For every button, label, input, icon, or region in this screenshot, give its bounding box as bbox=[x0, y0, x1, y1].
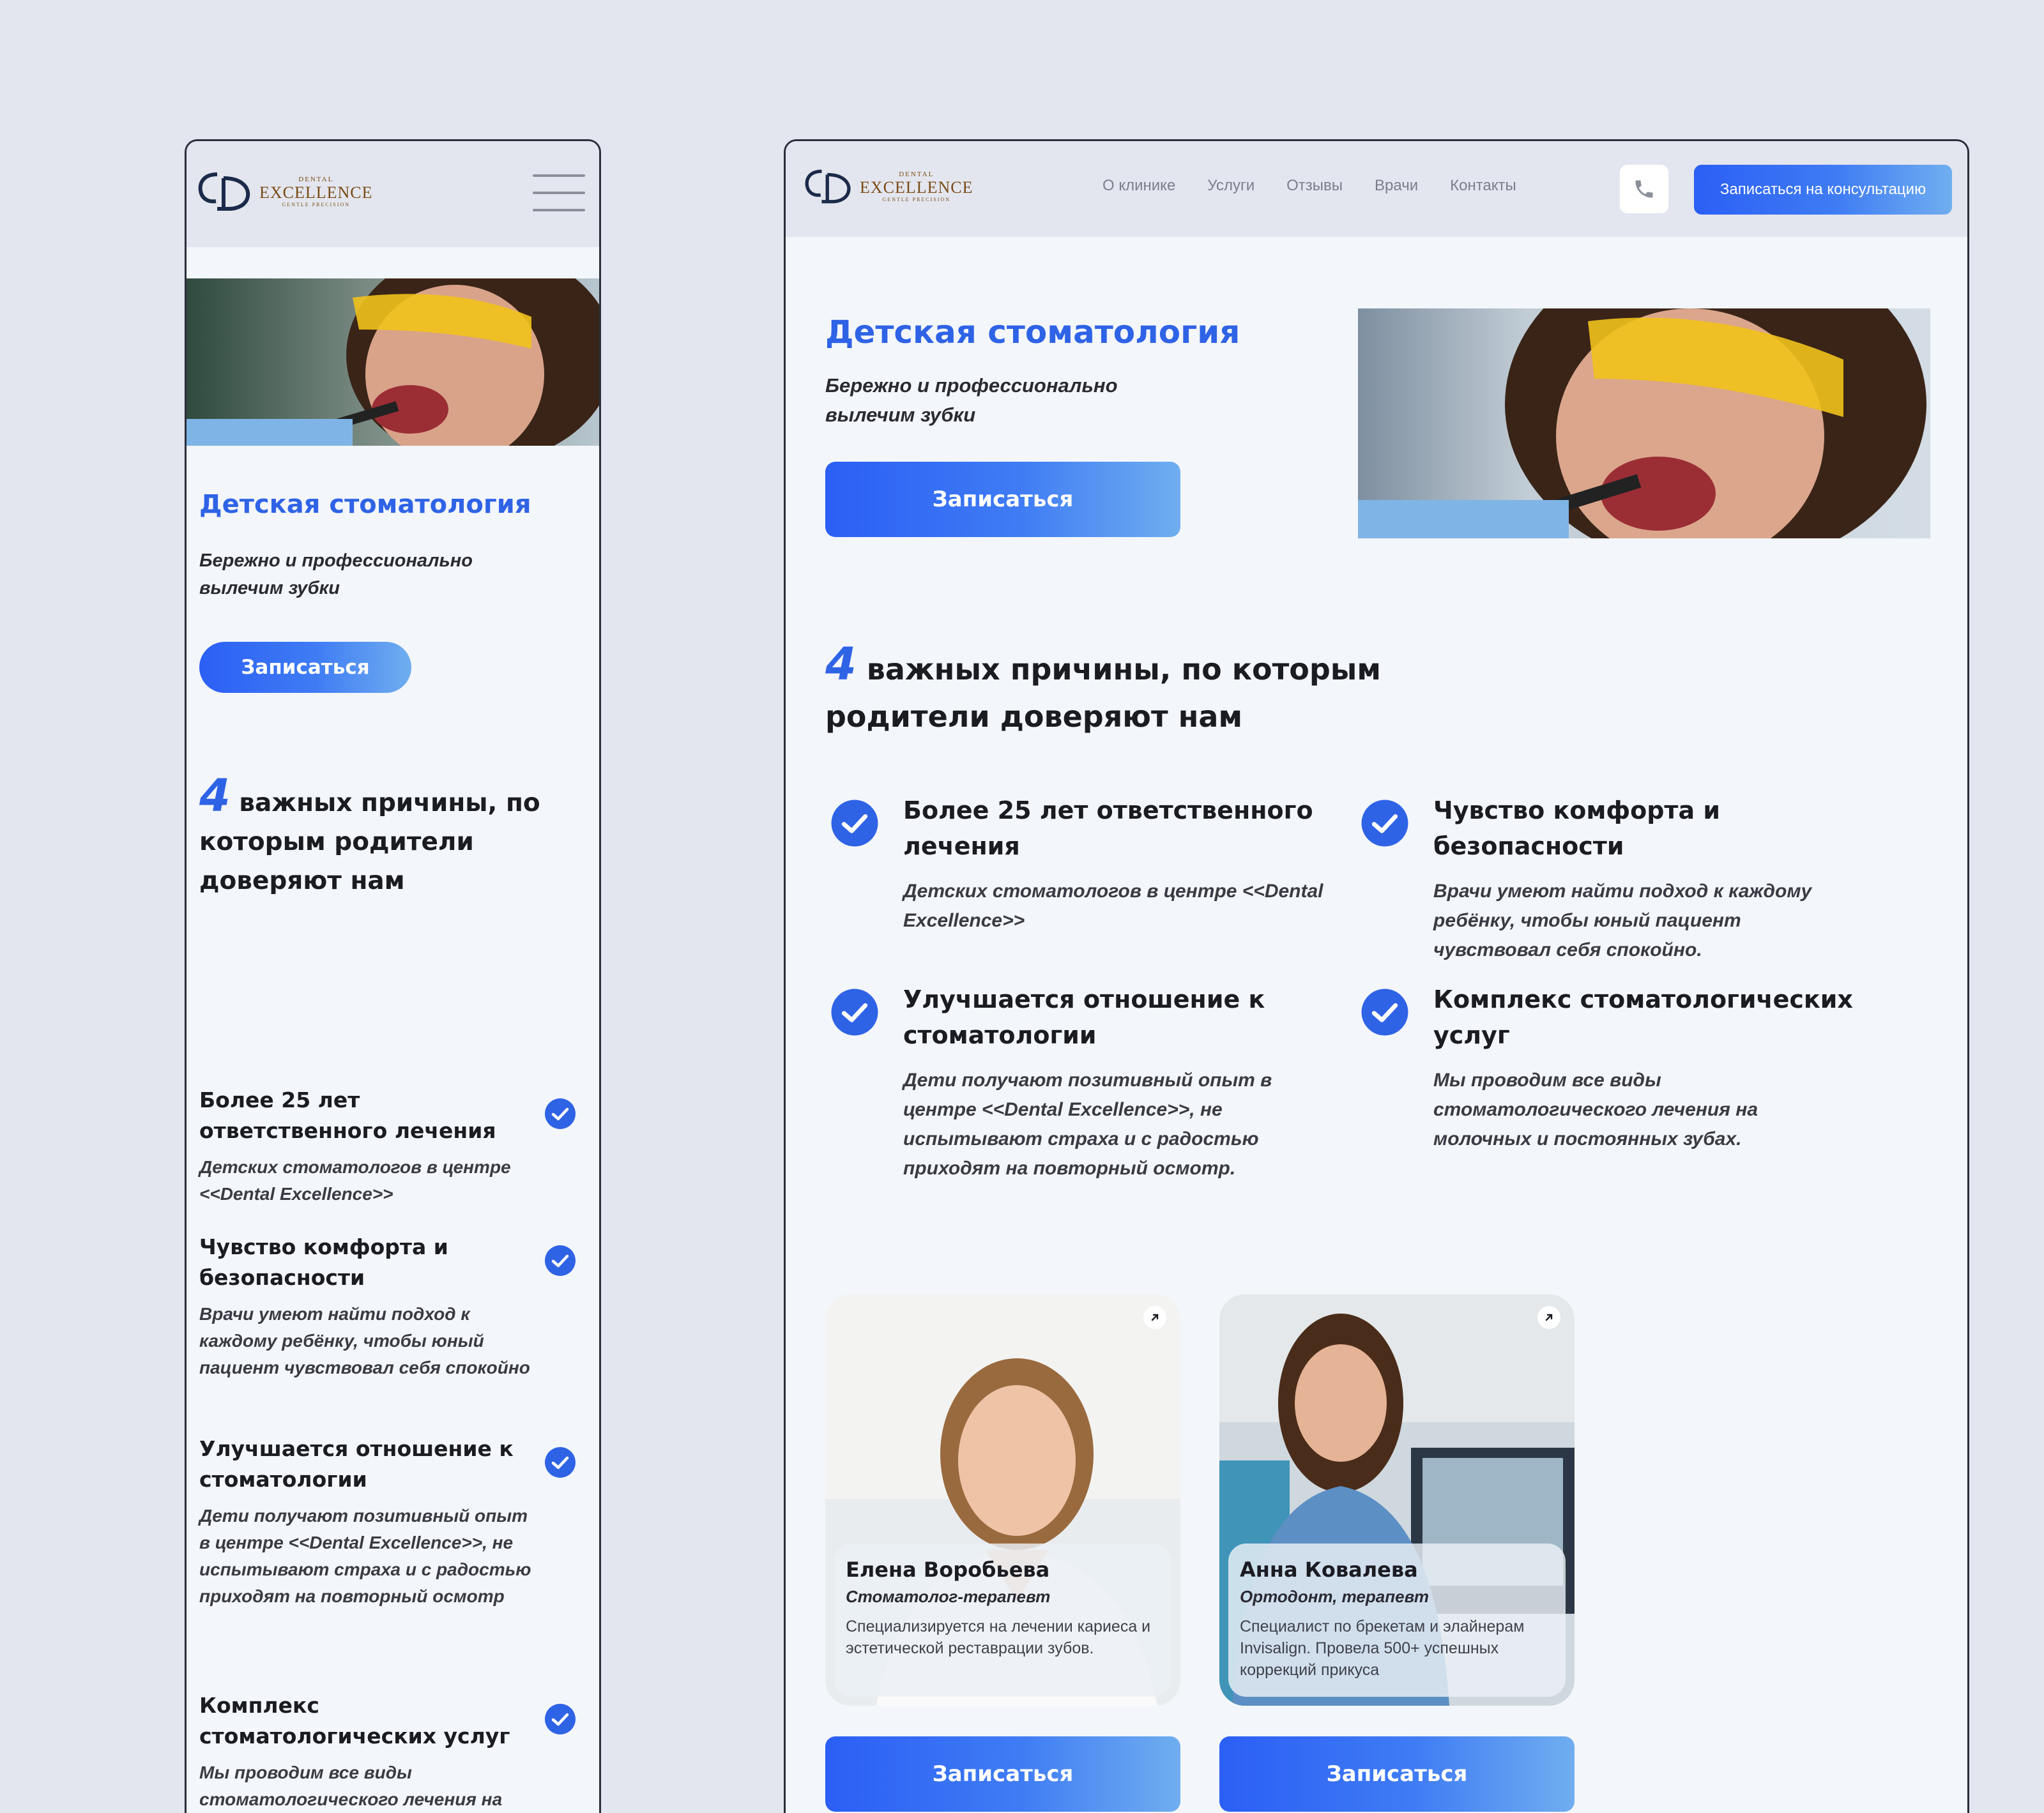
reason-text: Мы проводим все виды стоматологического … bbox=[199, 1763, 503, 1809]
doctor-signup-button[interactable]: Записаться bbox=[1219, 1736, 1575, 1812]
page-subtitle: Бережно и профессионально вылечим зубки bbox=[199, 550, 473, 598]
check-icon bbox=[545, 1245, 576, 1276]
reason-title: Комплекс стоматологических услуг bbox=[1433, 985, 1853, 1049]
reason-item: Более 25 лет ответственного лечения Детс… bbox=[199, 1085, 583, 1208]
logo-dental: DENTAL bbox=[899, 170, 934, 178]
phone-button[interactable] bbox=[1620, 165, 1668, 213]
reason-text: Дети получают позитивный опыт в центре <… bbox=[199, 1506, 531, 1606]
desktop-header: DENTAL EXCELLENCE GENTLE PRECISION О кли… bbox=[786, 141, 1967, 237]
mobile-header: DENTAL EXCELLENCE GENTLE PRECISION bbox=[187, 141, 599, 247]
arrow-up-right-icon[interactable] bbox=[1537, 1306, 1560, 1329]
reason-title: Чувство комфорта и безопасности bbox=[199, 1234, 448, 1290]
main-nav: О клинике Услуги Отзывы Врачи Контакты bbox=[1102, 177, 1548, 195]
logo-tagline: GENTLE PRECISION bbox=[882, 196, 950, 202]
reason-text: Врачи умеют найти подход к каждому ребён… bbox=[199, 1304, 530, 1377]
reason-title: Улучшается отношение к стоматологии bbox=[903, 985, 1265, 1049]
reason-text: Детских стоматологов в центре <<Dental E… bbox=[199, 1157, 511, 1204]
arrow-up-right-icon[interactable] bbox=[1143, 1306, 1166, 1329]
reason-item: Комплекс стоматологических услуг Мы пров… bbox=[199, 1690, 583, 1813]
mobile-frame: DENTAL EXCELLENCE GENTLE PRECISION Детск… bbox=[185, 139, 601, 1813]
page-title: Детская стоматология bbox=[825, 314, 1240, 351]
doctor-info: Анна Ковалева Ортодонт, терапевт Специал… bbox=[1228, 1544, 1566, 1697]
logo[interactable]: DENTAL EXCELLENCE GENTLE PRECISION bbox=[198, 169, 373, 214]
doctor-description: Специалист по брекетам и элайнерам Invis… bbox=[1240, 1618, 1525, 1679]
nav-services[interactable]: Услуги bbox=[1207, 177, 1255, 195]
reasons-title-text: важных причины, по которым родители дове… bbox=[199, 789, 540, 895]
signup-button[interactable]: Записаться bbox=[199, 642, 411, 693]
reason-item: Комплекс стоматологических услуг Мы пров… bbox=[1361, 982, 1872, 1154]
check-icon bbox=[545, 1447, 576, 1478]
nav-contacts[interactable]: Контакты bbox=[1450, 177, 1516, 195]
phone-icon bbox=[1635, 180, 1653, 198]
reasons-title: 4 важных причины, по которым родители до… bbox=[199, 773, 583, 900]
page-title: Детская стоматология bbox=[199, 490, 531, 519]
doctor-description: Специализируется на лечении кариеса и эс… bbox=[846, 1618, 1151, 1657]
nav-doctors[interactable]: Врачи bbox=[1375, 177, 1418, 195]
reason-text: Врачи умеют найти подход к каждому ребён… bbox=[1433, 881, 1812, 960]
consultation-button[interactable]: Записаться на консультацию bbox=[1694, 165, 1952, 215]
doctor-signup-button[interactable]: Записаться bbox=[825, 1736, 1180, 1812]
reason-item: Чувство комфорта и безопасности Врачи ум… bbox=[1361, 793, 1872, 965]
logo[interactable]: DENTAL EXCELLENCE GENTLE PRECISION bbox=[805, 167, 973, 206]
hero-image bbox=[1358, 308, 1930, 538]
doctor-name: Елена Воробьева bbox=[846, 1558, 1050, 1582]
check-icon bbox=[545, 1704, 576, 1734]
doctor-card[interactable]: Анна Ковалева Ортодонт, терапевт Специал… bbox=[1219, 1294, 1575, 1706]
logo-excellence: EXCELLENCE bbox=[259, 183, 373, 202]
doctor-name: Анна Ковалева bbox=[1240, 1558, 1418, 1582]
nav-about[interactable]: О клинике bbox=[1102, 177, 1175, 195]
hero-image bbox=[187, 278, 599, 446]
signup-button[interactable]: Записаться bbox=[825, 462, 1180, 537]
reason-title: Более 25 лет ответственного лечения bbox=[199, 1088, 496, 1143]
doctor-info: Елена Воробьева Стоматолог-терапевт Спец… bbox=[834, 1544, 1171, 1697]
check-icon bbox=[1361, 800, 1408, 847]
menu-icon[interactable] bbox=[533, 174, 585, 211]
reason-title: Комплекс стоматологических услуг bbox=[199, 1693, 510, 1749]
logo-mark-icon bbox=[805, 169, 851, 204]
reason-text: Детских стоматологов в центре <<Dental E… bbox=[903, 881, 1323, 931]
reason-title: Улучшается отношение к стоматологии bbox=[199, 1436, 514, 1492]
reasons-number: 4 bbox=[825, 638, 857, 690]
reasons-title: 4 важных причины, по которым родители до… bbox=[825, 642, 1464, 740]
check-icon bbox=[831, 800, 878, 847]
reason-item: Чувство комфорта и безопасности Врачи ум… bbox=[199, 1232, 583, 1381]
doctor-role: Ортодонт, терапевт bbox=[1240, 1587, 1430, 1606]
reasons-title-text: важных причины, по которым родители дове… bbox=[825, 652, 1381, 734]
check-icon bbox=[1361, 989, 1408, 1036]
reason-title: Чувство комфорта и безопасности bbox=[1433, 796, 1720, 860]
doctor-role: Стоматолог-терапевт bbox=[846, 1587, 1051, 1606]
reasons-number: 4 bbox=[199, 770, 231, 822]
doctor-card[interactable]: Елена Воробьева Стоматолог-терапевт Спец… bbox=[825, 1294, 1180, 1706]
check-icon bbox=[545, 1098, 576, 1129]
logo-excellence: EXCELLENCE bbox=[860, 178, 973, 197]
logo-tagline: GENTLE PRECISION bbox=[282, 201, 350, 208]
reason-item: Улучшается отношение к стоматологии Дети… bbox=[830, 982, 1341, 1183]
reason-title: Более 25 лет ответственного лечения bbox=[903, 796, 1313, 860]
logo-dental: DENTAL bbox=[298, 175, 334, 183]
page-subtitle: Бережно и профессионально вылечим зубки bbox=[825, 374, 1118, 426]
reason-text: Мы проводим все виды стоматологического … bbox=[1433, 1070, 1758, 1149]
reason-item: Более 25 лет ответственного лечения Детс… bbox=[830, 793, 1341, 936]
desktop-frame: DENTAL EXCELLENCE GENTLE PRECISION О кли… bbox=[784, 139, 1969, 1813]
reason-item: Улучшается отношение к стоматологии Дети… bbox=[199, 1434, 583, 1610]
check-icon bbox=[831, 989, 878, 1036]
reason-text: Дети получают позитивный опыт в центре <… bbox=[903, 1070, 1272, 1179]
logo-mark-icon bbox=[198, 172, 250, 211]
nav-reviews[interactable]: Отзывы bbox=[1286, 177, 1343, 195]
